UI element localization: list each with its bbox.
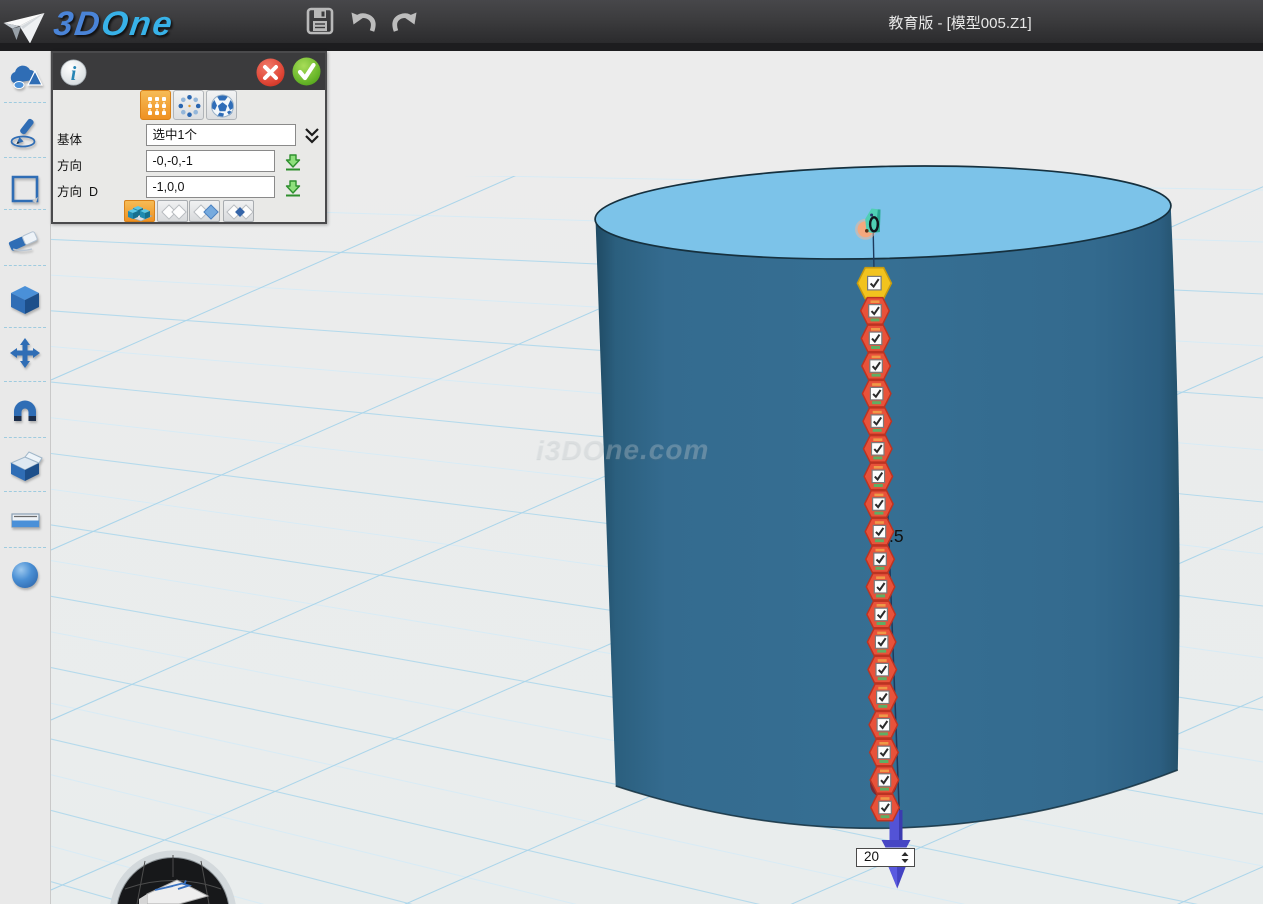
svg-text:i: i [71,63,77,85]
